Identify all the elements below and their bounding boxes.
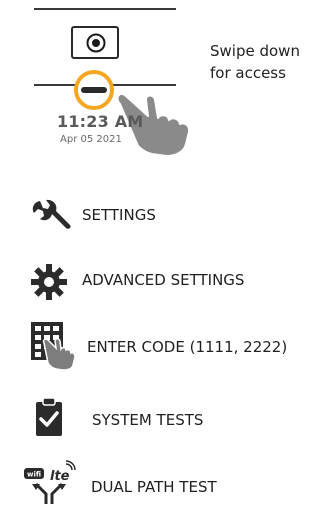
keypad-hand-icon bbox=[31, 322, 76, 371]
menu-item-dual-path-test[interactable]: DUAL PATH TEST bbox=[91, 478, 217, 496]
svg-text:lte: lte bbox=[50, 469, 70, 484]
menu-item-advanced-settings[interactable]: ADVANCED SETTINGS bbox=[82, 271, 244, 289]
swipe-text-line2: for access bbox=[210, 64, 286, 82]
swipe-text-line1: Swipe down bbox=[210, 42, 300, 60]
gear-icon bbox=[31, 264, 67, 300]
menu-item-enter-code[interactable]: ENTER CODE (1111, 2222) bbox=[87, 338, 287, 356]
menu-item-settings[interactable]: SETTINGS bbox=[82, 206, 156, 224]
swipe-instruction: Swipe down for access bbox=[210, 40, 300, 84]
clock-date: Apr 05 2021 bbox=[60, 134, 122, 145]
wrench-icon bbox=[32, 199, 71, 229]
clipboard-check-icon bbox=[36, 397, 62, 436]
wifi-lte-icon: wifi lte bbox=[24, 460, 76, 504]
camera-lens bbox=[71, 26, 119, 59]
panel-top-line bbox=[34, 8, 176, 10]
clock-time: 11:23 AM bbox=[57, 112, 144, 131]
menu-item-system-tests[interactable]: SYSTEM TESTS bbox=[92, 411, 203, 429]
svg-text:wifi: wifi bbox=[27, 471, 41, 479]
camera-icon bbox=[86, 33, 106, 53]
